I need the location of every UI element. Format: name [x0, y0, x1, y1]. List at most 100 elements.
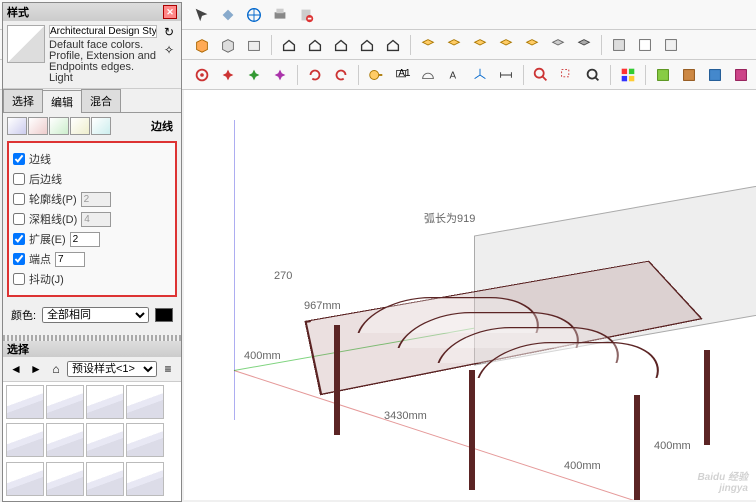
render2-icon[interactable]	[633, 33, 657, 57]
toolbar-separator	[297, 65, 298, 85]
axis-blue	[234, 120, 235, 420]
tool-globe-icon[interactable]	[242, 3, 266, 27]
style-thumb[interactable]	[86, 462, 124, 496]
tool-arrow-icon[interactable]	[190, 3, 214, 27]
style-thumb[interactable]	[86, 423, 124, 457]
toolbar-separator	[410, 35, 411, 55]
chk-profiles[interactable]	[13, 193, 25, 205]
plugin2-icon[interactable]	[677, 63, 701, 87]
tool-bucket-icon[interactable]	[216, 3, 240, 27]
chk-extension[interactable]	[13, 233, 25, 245]
protractor-icon[interactable]	[416, 63, 440, 87]
render1-icon[interactable]	[607, 33, 631, 57]
label-icon[interactable]: A1	[390, 63, 414, 87]
style-thumb[interactable]	[126, 385, 164, 419]
tape-icon[interactable]	[364, 63, 388, 87]
val-endpoints[interactable]	[55, 252, 85, 267]
spark2-icon[interactable]	[242, 63, 266, 87]
tab-select[interactable]: 选择	[3, 89, 43, 112]
tool-print-icon[interactable]	[268, 3, 292, 27]
val-extension[interactable]	[70, 232, 100, 247]
style2-icon[interactable]	[442, 33, 466, 57]
color-label: 颜色:	[11, 307, 36, 323]
house4-icon[interactable]	[355, 33, 379, 57]
style-thumb[interactable]	[6, 462, 44, 496]
chk-edges[interactable]	[13, 153, 25, 165]
dim-400b: 400mm	[564, 460, 601, 472]
close-icon[interactable]: ✕	[163, 5, 177, 19]
style-thumbnail[interactable]	[7, 25, 45, 63]
text-icon[interactable]: A	[442, 63, 466, 87]
dimension-icon[interactable]	[494, 63, 518, 87]
spark3-icon[interactable]	[268, 63, 292, 87]
render3-icon[interactable]	[659, 33, 683, 57]
style3-icon[interactable]	[468, 33, 492, 57]
val-depth[interactable]	[81, 212, 111, 227]
nav-back-icon[interactable]: ◄	[7, 360, 25, 378]
lbl-edges: 边线	[29, 151, 51, 167]
style-description: Default face colors. Profile, Extension …	[49, 40, 157, 84]
house3-icon[interactable]	[329, 33, 353, 57]
style-thumb[interactable]	[86, 385, 124, 419]
style5-icon[interactable]	[520, 33, 544, 57]
axes-icon[interactable]	[468, 63, 492, 87]
house1-icon[interactable]	[277, 33, 301, 57]
style-thumb[interactable]	[126, 462, 164, 496]
shape-cube2-icon[interactable]	[216, 33, 240, 57]
cat-edge-icon[interactable]	[7, 117, 27, 135]
search-icon[interactable]	[529, 63, 553, 87]
nav-home-icon[interactable]: ⌂	[47, 360, 65, 378]
style-thumb[interactable]	[6, 385, 44, 419]
cat-watermark-icon[interactable]	[70, 117, 90, 135]
preset-select[interactable]: 预设样式<1>	[67, 361, 157, 377]
cat-face-icon[interactable]	[28, 117, 48, 135]
plugin1-icon[interactable]	[651, 63, 675, 87]
tool-delete-icon[interactable]	[294, 3, 318, 27]
house5-icon[interactable]	[381, 33, 405, 57]
color-swatch[interactable]	[155, 308, 173, 322]
zoom-icon[interactable]	[581, 63, 605, 87]
plugin3-icon[interactable]	[703, 63, 727, 87]
zoom-region-icon[interactable]	[555, 63, 579, 87]
panel-titlebar[interactable]: 样式 ✕	[3, 3, 181, 21]
chk-endpoints[interactable]	[13, 253, 25, 265]
viewport-3d[interactable]: 弧长为919 967mm 270 400mm 3430mm 400mm 400m…	[184, 90, 756, 500]
rotate1-icon[interactable]	[303, 63, 327, 87]
style-thumb[interactable]	[6, 423, 44, 457]
color-palette-icon[interactable]	[616, 63, 640, 87]
style4-icon[interactable]	[494, 33, 518, 57]
color-mode-select[interactable]: 全部相同	[42, 307, 149, 323]
style-thumb[interactable]	[126, 423, 164, 457]
section-label: 边线	[151, 118, 177, 134]
chk-depth[interactable]	[13, 213, 25, 225]
style-thumb[interactable]	[46, 385, 84, 419]
style-refresh-icon[interactable]: ↻	[161, 25, 177, 41]
rotate2-icon[interactable]	[329, 63, 353, 87]
dim-967: 967mm	[304, 300, 341, 312]
chk-back-edges[interactable]	[13, 173, 25, 185]
tab-edit[interactable]: 编辑	[42, 90, 82, 113]
style1-icon[interactable]	[416, 33, 440, 57]
watermark-sub: jingya	[697, 483, 748, 494]
spark1-icon[interactable]	[216, 63, 240, 87]
plugin4-icon[interactable]	[729, 63, 753, 87]
style-new-icon[interactable]: ✧	[161, 43, 177, 59]
style-name-field[interactable]	[49, 25, 157, 38]
style6-icon[interactable]	[546, 33, 570, 57]
chk-jitter[interactable]	[13, 273, 25, 285]
nav-menu-icon[interactable]: ≡	[159, 360, 177, 378]
model-post	[634, 395, 640, 500]
tab-mix[interactable]: 混合	[81, 89, 121, 112]
toolbar-separator	[645, 65, 646, 85]
style-thumb[interactable]	[46, 423, 84, 457]
cat-model-icon[interactable]	[91, 117, 111, 135]
shape-box-icon[interactable]	[242, 33, 266, 57]
cat-bg-icon[interactable]	[49, 117, 69, 135]
style-thumb[interactable]	[46, 462, 84, 496]
target-icon[interactable]	[190, 63, 214, 87]
house2-icon[interactable]	[303, 33, 327, 57]
val-profiles[interactable]	[81, 192, 111, 207]
nav-fwd-icon[interactable]: ►	[27, 360, 45, 378]
shape-cube-icon[interactable]	[190, 33, 214, 57]
style7-icon[interactable]	[572, 33, 596, 57]
